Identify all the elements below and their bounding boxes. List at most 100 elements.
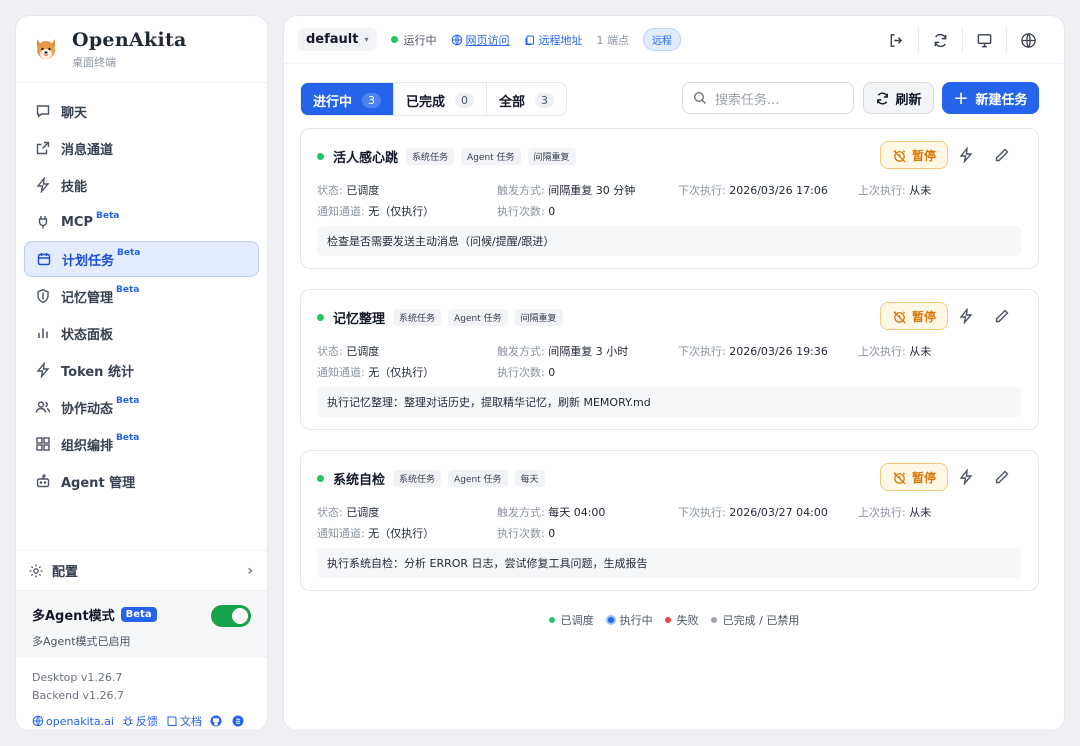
task-title: 记忆整理 [333,312,386,327]
task-card[interactable]: 记忆整理 系统任务 Agent 任务 间隔重复 暂停 状态: 已调度 触发方式:… [300,289,1039,430]
sidebar-item-status[interactable]: 状态面板 [24,315,259,351]
search-input[interactable]: 搜索任务... [682,82,854,114]
task-tag: Agent 任务 [448,470,508,487]
pencil-icon [995,148,1009,162]
shield-icon [35,288,51,304]
edit-button[interactable] [984,308,1020,324]
task-trigger: 触发方式: 每天 04:00 [497,506,606,519]
task-tag: 系统任务 [406,148,455,165]
beta-badge: Beta [120,607,157,622]
sidebar-item-token-stats[interactable]: Token 统计 [24,352,259,388]
sidebar-item-channels[interactable]: 消息通道 [24,130,259,166]
sidebar-item-mcp[interactable]: MCP Beta [24,204,259,240]
task-card[interactable]: 活人感心跳 系统任务 Agent 任务 间隔重复 暂停 状态: 已调度 触发方式… [300,128,1039,269]
share-icon [35,140,51,156]
task-status: 状态: 已调度 [317,184,380,197]
calendar-icon [36,251,52,267]
status-dot [317,153,324,160]
config-row[interactable]: 配置 › [16,550,267,590]
akita-logo-icon [37,39,55,59]
refresh-icon [877,92,889,104]
desktop-version: Desktop v1.26.7 [32,671,123,684]
workspace-select[interactable]: default ▾ [298,28,377,51]
task-notify: 通知通道: 无（仅执行） [317,527,435,540]
pause-button[interactable]: 暂停 [880,463,948,491]
running-status: 运行中 [390,32,437,48]
status-dot [317,475,324,482]
tab-completed[interactable]: 已完成 0 [393,83,486,115]
task-tag: 间隔重复 [514,309,563,326]
beta-badge: Beta [116,396,140,406]
status-dot [317,314,324,321]
github-link[interactable] [210,715,224,727]
tab-in-progress[interactable]: 进行中 3 [301,83,394,115]
chevron-right-icon: › [247,562,253,579]
edit-button[interactable] [984,469,1020,485]
legend-dot [664,617,671,623]
logout-button[interactable] [874,27,918,53]
legend-failed: 失败 [664,612,699,628]
language-button[interactable] [1006,27,1050,53]
pause-button[interactable]: 暂停 [880,302,948,330]
run-now-button[interactable] [948,469,984,485]
task-description: 执行记忆整理：整理对话历史，提取精华记忆，刷新 MEMORY.md [317,387,1022,417]
sidebar-item-scheduled-tasks[interactable]: 计划任务 Beta [24,241,259,277]
sidebar-item-collab[interactable]: 协作动态 Beta [24,389,259,425]
run-now-button[interactable] [948,147,984,163]
plus-icon: + [953,87,969,109]
sidebar-item-skills[interactable]: 技能 [24,167,259,203]
extra-link[interactable] [232,715,246,727]
multi-agent-panel: 多Agent模式 Beta 多Agent模式已启用 [16,590,267,656]
remote-address-link[interactable]: 远程地址 [524,32,583,48]
sidebar-item-label: 计划任务 [62,253,115,269]
sidebar-item-org[interactable]: 组织编排 Beta [24,426,259,462]
sidebar: OpenAkita 桌面终端 聊天 消息通道 技能 MCP Beta 计划任务 … [15,15,268,731]
legend-running: 执行中 [605,612,653,628]
alarm-off-icon [893,310,906,324]
topbar: default ▾ 运行中 网页访问 远程地址 1 端点 远程 [284,16,1064,64]
config-label: 配置 [52,565,79,580]
search-icon [693,91,706,104]
globe-icon [32,715,44,727]
multi-agent-toggle[interactable] [211,605,251,627]
edit-button[interactable] [984,147,1020,163]
footer-links: openakita.ai 反馈 文档 [16,705,267,729]
legend-dot [710,617,717,623]
sync-button[interactable] [918,27,962,53]
feedback-link[interactable]: 反馈 [122,713,158,729]
alarm-off-icon [893,149,906,163]
task-trigger: 触发方式: 间隔重复 3 小时 [497,345,629,358]
sidebar-item-memory[interactable]: 记忆管理 Beta [24,278,259,314]
bolt-icon [35,177,51,193]
web-access-link[interactable]: 网页访问 [451,32,510,48]
new-task-button[interactable]: + 新建任务 [942,82,1039,114]
site-link[interactable]: openakita.ai [32,715,114,728]
sidebar-item-chat[interactable]: 聊天 [24,93,259,129]
docs-link[interactable]: 文档 [166,713,202,729]
users-icon [35,399,51,415]
pause-button[interactable]: 暂停 [880,141,948,169]
task-tag: 系统任务 [393,309,442,326]
task-card[interactable]: 系统自检 系统任务 Agent 任务 每天 暂停 状态: 已调度 触发方式: 每… [300,450,1039,591]
display-button[interactable] [962,27,1006,53]
sidebar-item-label: Agent 管理 [61,475,136,491]
sidebar-item-label: 状态面板 [61,327,114,343]
tab-all[interactable]: 全部 3 [486,83,566,115]
remote-pill: 远程 [643,28,681,51]
bolt-icon [959,308,973,324]
task-run-count: 执行次数: 0 [497,366,556,379]
github-icon [210,715,222,727]
count-badge: 0 [455,92,475,108]
count-badge: 3 [362,92,382,108]
logout-icon [890,33,902,47]
version-info: Desktop v1.26.7 Backend v1.26.7 [16,656,267,705]
sidebar-item-agent-manage[interactable]: Agent 管理 [24,463,259,499]
task-title: 活人感心跳 [333,151,399,166]
grid-icon [35,436,51,452]
sidebar-nav: 聊天 消息通道 技能 MCP Beta 计划任务 Beta 记忆管理 Beta … [16,83,267,499]
alarm-off-icon [893,471,906,485]
refresh-button[interactable]: 刷新 [863,82,934,114]
run-now-button[interactable] [948,308,984,324]
bolt-icon [959,147,973,163]
task-next-run: 下次执行: 2026/03/27 04:00 [678,506,828,519]
